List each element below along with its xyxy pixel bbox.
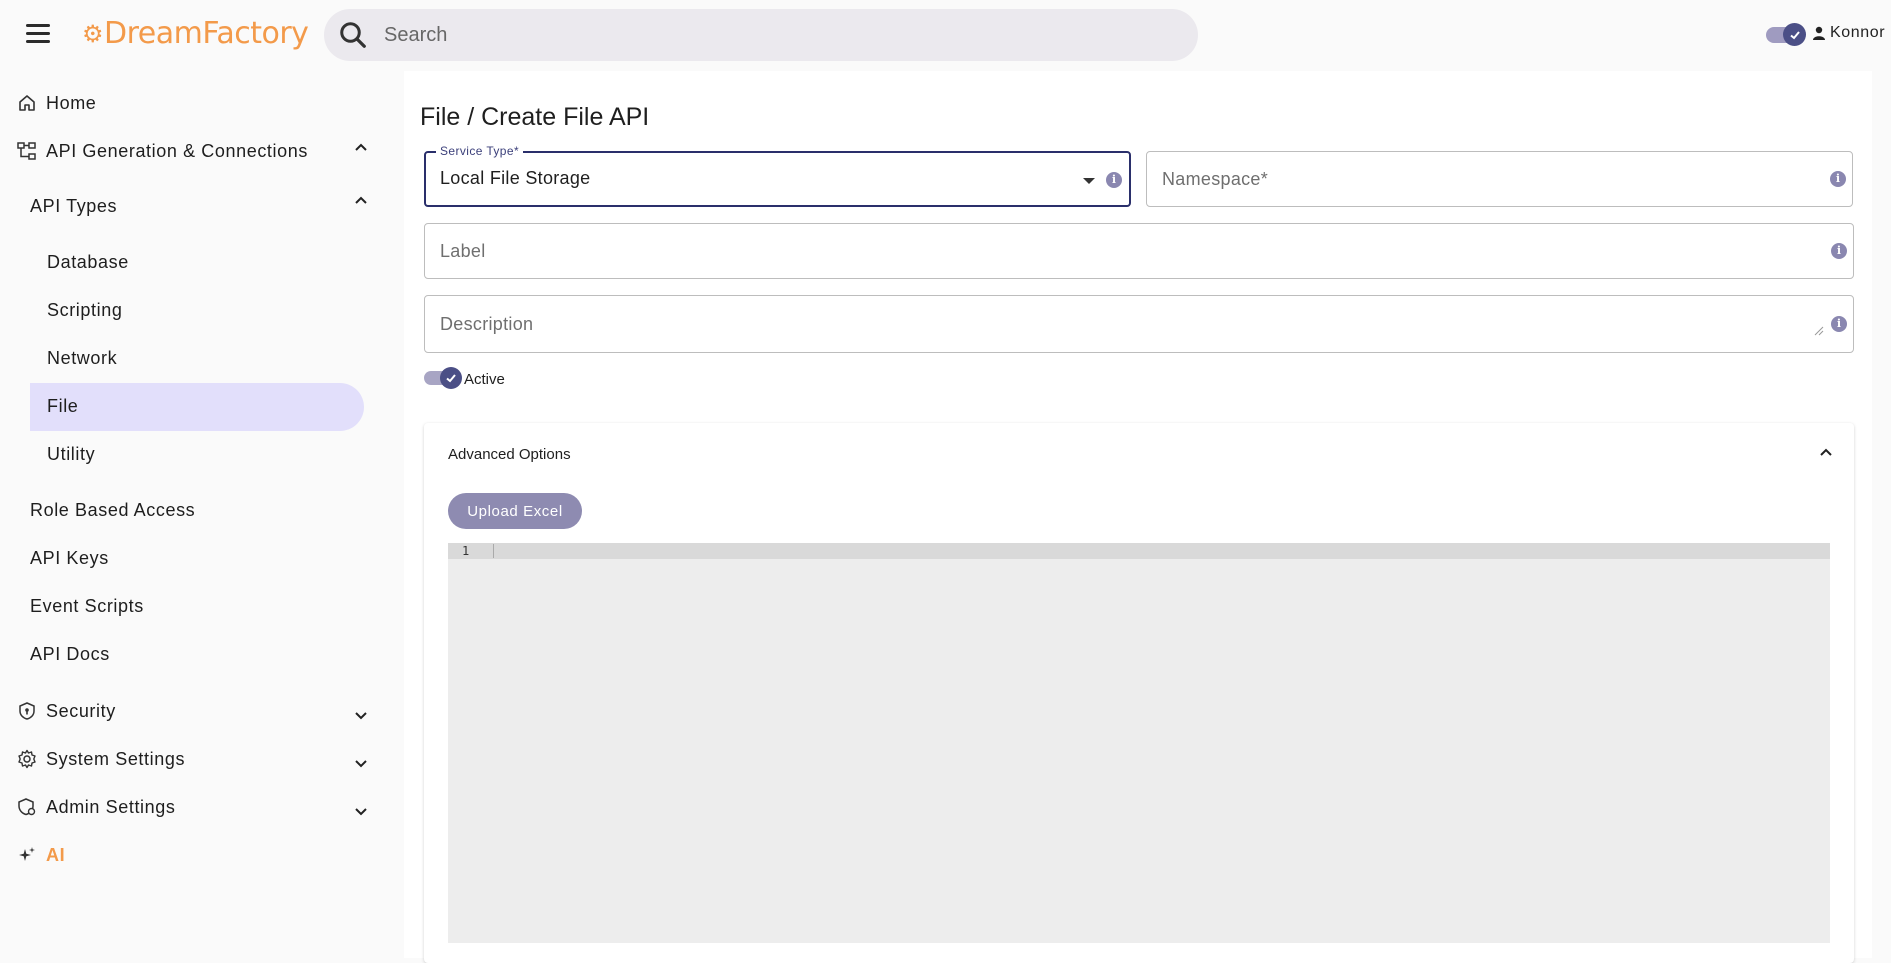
sidebar-item-label: Role Based Access — [30, 500, 196, 520]
upload-excel-button[interactable]: Upload Excel — [448, 493, 582, 529]
check-icon — [1783, 23, 1806, 46]
sidebar-item-security[interactable]: Security — [16, 700, 116, 722]
hierarchy-icon — [16, 140, 38, 162]
info-icon[interactable]: i — [1831, 316, 1847, 332]
gear-icon — [16, 748, 38, 770]
description-placeholder: Description — [440, 314, 534, 334]
admin-shield-icon — [16, 796, 38, 818]
sidebar-item-database[interactable]: Database — [47, 252, 129, 273]
sidebar-item-label: Admin Settings — [46, 796, 176, 817]
top-bar: ⚙ DreamFactory Konnor — [0, 0, 1891, 70]
service-type-label: Service Type* — [436, 144, 524, 158]
sidebar-item-api-docs[interactable]: API Docs — [30, 644, 110, 665]
user-icon — [1813, 26, 1825, 40]
sidebar-item-event-scripts[interactable]: Event Scripts — [30, 596, 144, 617]
label-field[interactable]: Label i — [424, 223, 1854, 279]
sidebar-item-label: API Types — [30, 196, 118, 216]
resize-handle-icon[interactable] — [1814, 326, 1824, 336]
sidebar-item-scripting[interactable]: Scripting — [47, 300, 122, 321]
logo-text: DreamFactory — [104, 16, 309, 51]
sidebar-item-label: System Settings — [46, 748, 186, 769]
sidebar-item-api-keys[interactable]: API Keys — [30, 548, 109, 569]
advanced-options-title[interactable]: Advanced Options — [448, 446, 571, 463]
active-nav-highlight — [30, 383, 364, 431]
line-number: 1 — [462, 544, 470, 558]
search-input[interactable] — [384, 23, 1144, 47]
check-icon — [440, 367, 462, 389]
search-icon — [340, 22, 366, 48]
chevron-down-icon[interactable] — [353, 707, 369, 723]
service-type-select[interactable]: Service Type* Local File Storage i — [424, 144, 1131, 207]
sidebar-item-label: Scripting — [47, 300, 123, 320]
namespace-placeholder: Namespace* — [1162, 169, 1269, 189]
sidebar-item-label: Home — [46, 92, 97, 113]
description-field[interactable]: Description i — [424, 295, 1854, 353]
theme-toggle[interactable] — [1766, 23, 1806, 46]
sidebar: Home API Generation & Connections API Ty… — [0, 70, 402, 958]
sidebar-item-label: API Keys — [30, 548, 109, 568]
shield-icon — [16, 700, 38, 722]
sidebar-item-api-generation[interactable]: API Generation & Connections — [16, 140, 308, 162]
sidebar-item-home[interactable]: Home — [16, 92, 96, 114]
logo[interactable]: ⚙ DreamFactory — [82, 16, 309, 51]
sidebar-item-role-based-access[interactable]: Role Based Access — [30, 500, 195, 521]
sidebar-item-system-settings[interactable]: System Settings — [16, 748, 185, 770]
chevron-up-icon[interactable] — [353, 140, 369, 156]
label-placeholder: Label — [440, 241, 486, 261]
user-menu[interactable]: Konnor — [1812, 24, 1885, 42]
sidebar-item-network[interactable]: Network — [47, 348, 117, 369]
sidebar-item-api-types[interactable]: API Types — [30, 196, 117, 217]
active-label: Active — [464, 371, 505, 388]
menu-icon[interactable] — [26, 24, 50, 44]
active-toggle[interactable] — [424, 367, 462, 389]
sidebar-item-label: Network — [47, 348, 118, 368]
sidebar-item-label: API Docs — [30, 644, 110, 664]
active-line-highlight — [448, 543, 1830, 559]
sidebar-item-label: Utility — [47, 444, 96, 464]
page-title: File / Create File API — [420, 103, 650, 131]
sidebar-item-label: Security — [46, 700, 116, 721]
sidebar-item-label: Database — [47, 252, 129, 272]
dropdown-caret-icon — [1083, 178, 1095, 184]
chevron-up-icon[interactable] — [353, 193, 369, 209]
advanced-options-panel: Advanced Options Upload Excel 1 — [424, 423, 1854, 963]
main-content: File / Create File API Service Type* Loc… — [404, 71, 1872, 963]
code-editor[interactable]: 1 — [448, 543, 1830, 943]
sidebar-item-label: API Generation & Connections — [46, 140, 308, 161]
namespace-field[interactable]: Namespace* i — [1146, 151, 1853, 207]
sparkle-icon — [16, 844, 38, 866]
service-type-value: Local File Storage — [440, 168, 591, 188]
sidebar-item-utility[interactable]: Utility — [47, 444, 95, 465]
home-icon — [16, 92, 38, 114]
logo-gear-icon: ⚙ — [82, 19, 104, 48]
search-bar[interactable] — [324, 9, 1198, 61]
info-icon[interactable]: i — [1831, 243, 1847, 259]
editor-cursor — [493, 544, 494, 558]
chevron-down-icon[interactable] — [353, 755, 369, 771]
chevron-down-icon[interactable] — [353, 803, 369, 819]
chevron-up-icon[interactable] — [1818, 445, 1834, 461]
sidebar-item-file[interactable]: File — [47, 396, 78, 417]
sidebar-item-admin-settings[interactable]: Admin Settings — [16, 796, 175, 818]
sidebar-item-label: Event Scripts — [30, 596, 144, 616]
info-icon[interactable]: i — [1106, 172, 1122, 188]
sidebar-item-label: File — [47, 396, 79, 416]
sidebar-item-ai[interactable]: AI — [16, 844, 65, 866]
info-icon[interactable]: i — [1830, 171, 1846, 187]
username: Konnor — [1830, 24, 1886, 41]
sidebar-item-label: AI — [46, 844, 66, 865]
